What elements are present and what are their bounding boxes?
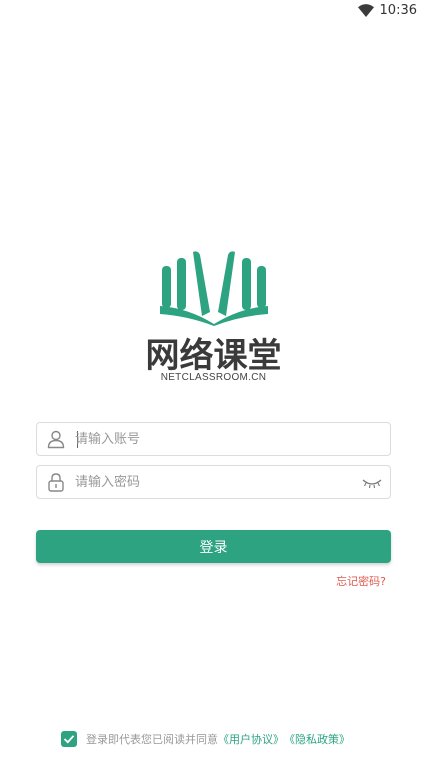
user-agreement-link[interactable]: 《用户协议》 bbox=[218, 731, 284, 747]
clock: 10:36 bbox=[379, 3, 417, 18]
agreement-text: 登录即代表您已阅读并同意 bbox=[86, 733, 218, 746]
login-button[interactable]: 登录 bbox=[36, 530, 391, 563]
user-icon bbox=[47, 430, 65, 449]
logo-title: 网络课堂 bbox=[145, 336, 282, 376]
app-logo: 网络课堂 NETCLASSROOM.CN bbox=[0, 250, 427, 390]
password-field[interactable] bbox=[36, 465, 391, 499]
lock-icon bbox=[48, 473, 64, 492]
wifi-icon bbox=[357, 4, 374, 17]
privacy-policy-link[interactable]: 《隐私政策》 bbox=[284, 731, 350, 747]
status-bar: 10:36 bbox=[0, 0, 427, 24]
account-field[interactable] bbox=[36, 422, 391, 456]
logo-subtitle: NETCLASSROOM.CN bbox=[160, 372, 267, 383]
agreement-row: 登录即代表您已阅读并同意 《用户协议》 《隐私政策》 bbox=[61, 730, 350, 748]
check-icon bbox=[63, 735, 75, 744]
agreement-checkbox[interactable] bbox=[61, 731, 77, 747]
account-input[interactable] bbox=[75, 429, 355, 450]
status-right: 10:36 bbox=[357, 3, 417, 18]
password-input[interactable] bbox=[75, 472, 355, 493]
forgot-password-link[interactable]: 忘记密码? bbox=[336, 573, 386, 589]
book-logo-icon bbox=[160, 251, 268, 326]
eye-closed-icon[interactable] bbox=[362, 476, 382, 490]
